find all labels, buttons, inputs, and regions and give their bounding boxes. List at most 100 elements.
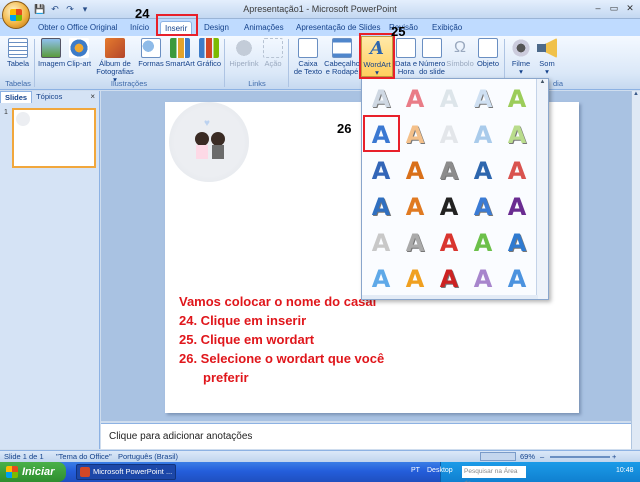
tab-topicos[interactable]: Tópicos bbox=[32, 91, 66, 103]
wordart-style-option[interactable]: A bbox=[500, 225, 534, 261]
instruction-line: 25. Clique em wordart bbox=[179, 332, 315, 347]
wordart-style-option[interactable]: A bbox=[364, 189, 398, 225]
wordart-style-option[interactable]: A bbox=[398, 117, 432, 153]
wordart-style-option[interactable]: A bbox=[398, 81, 432, 117]
cabecalho-rodape-button[interactable]: Cabeçalho e Rodapé bbox=[324, 36, 360, 76]
wordart-style-option[interactable]: A bbox=[432, 225, 466, 261]
wordart-style-option[interactable]: A bbox=[432, 153, 466, 189]
wordart-style-option[interactable]: A bbox=[500, 261, 534, 297]
wordart-style-option[interactable]: A bbox=[432, 117, 466, 153]
group-separator bbox=[288, 39, 289, 87]
notes-pane[interactable]: Clique para adicionar anotações bbox=[101, 423, 631, 449]
scroll-up-icon[interactable]: ▲ bbox=[632, 91, 640, 97]
wordart-grid: AAAAAAAAAAAAAAAAAAAAAAAAAAAAAA bbox=[364, 81, 536, 297]
wordart-style-option[interactable]: A bbox=[398, 189, 432, 225]
filme-button[interactable]: Filme ▾ bbox=[508, 36, 534, 76]
tab-slides[interactable]: Slides bbox=[0, 91, 33, 103]
group-midia-label: dia bbox=[552, 79, 563, 88]
status-language[interactable]: Português (Brasil) bbox=[118, 452, 178, 461]
gallery-scrollbar[interactable]: ▲ bbox=[536, 79, 548, 299]
group-ilustracoes-label: Ilustrações bbox=[110, 79, 148, 88]
tab-animacoes[interactable]: Animações bbox=[240, 21, 288, 36]
maximize-button[interactable]: ▭ bbox=[607, 2, 621, 15]
couple-bride-body bbox=[196, 145, 208, 159]
start-button[interactable]: Iniciar bbox=[0, 462, 66, 482]
tab-design[interactable]: Design bbox=[200, 21, 233, 36]
highlight-inserir bbox=[156, 14, 198, 36]
couple-illustration bbox=[193, 132, 229, 162]
highlight-wordart-choice bbox=[363, 115, 400, 152]
view-buttons[interactable] bbox=[480, 452, 516, 461]
smartart-button[interactable]: SmartArt bbox=[165, 36, 195, 68]
wordart-style-option[interactable]: A bbox=[500, 189, 534, 225]
clipart-button[interactable]: Clip-art bbox=[66, 36, 92, 68]
objeto-button[interactable]: Objeto bbox=[474, 36, 502, 68]
wordart-style-option[interactable]: A bbox=[432, 189, 466, 225]
zoom-slider[interactable] bbox=[550, 456, 610, 458]
instruction-line: preferir bbox=[203, 370, 249, 385]
wordart-style-option[interactable]: A bbox=[500, 117, 534, 153]
status-bar: Slide 1 de 1 "Tema do Office" Português … bbox=[0, 450, 640, 462]
simbolo-button[interactable]: Ω Símbolo bbox=[446, 36, 474, 68]
clock[interactable]: 10:48 bbox=[616, 467, 634, 474]
tabela-button[interactable]: Tabela bbox=[4, 36, 32, 68]
numero-slide-button[interactable]: Número do slide bbox=[418, 36, 446, 76]
gallery-resize-grip[interactable] bbox=[362, 295, 538, 299]
wordart-style-option[interactable]: A bbox=[500, 81, 534, 117]
instruction-line: 24. Clique em inserir bbox=[179, 313, 307, 328]
taskbar-item-powerpoint[interactable]: Microsoft PowerPoint ... bbox=[76, 464, 176, 480]
vertical-scrollbar[interactable]: ▲ bbox=[631, 91, 640, 449]
wordart-style-option[interactable]: A bbox=[466, 261, 500, 297]
wordart-style-option[interactable]: A bbox=[364, 81, 398, 117]
ribbon-tabs: Obter o Office Original Início Inserir D… bbox=[0, 19, 640, 36]
wordart-style-option[interactable]: A bbox=[364, 153, 398, 189]
wordart-style-option[interactable]: A bbox=[364, 225, 398, 261]
acao-button[interactable]: Ação bbox=[262, 36, 284, 68]
tab-inicio[interactable]: Início bbox=[126, 21, 153, 36]
slides-panel-tabs: Slides Tópicos bbox=[0, 91, 99, 103]
notes-placeholder: Clique para adicionar anotações bbox=[109, 431, 253, 442]
group-links-label: Links bbox=[248, 79, 266, 88]
wordart-style-option[interactable]: A bbox=[466, 225, 500, 261]
zoom-out-button[interactable]: – bbox=[540, 452, 544, 461]
grafico-button[interactable]: Gráfico bbox=[196, 36, 222, 68]
wordart-style-option[interactable]: A bbox=[466, 153, 500, 189]
caixa-texto-button[interactable]: Caixa de Texto bbox=[292, 36, 324, 76]
zoom-in-button[interactable]: + bbox=[612, 452, 616, 461]
couple-bride-head bbox=[195, 132, 209, 146]
wordart-style-option[interactable]: A bbox=[398, 153, 432, 189]
wordart-style-option[interactable]: A bbox=[364, 261, 398, 297]
close-button[interactable]: ✕ bbox=[623, 2, 637, 15]
minimize-button[interactable]: – bbox=[591, 2, 605, 15]
window-title: Apresentação1 - Microsoft PowerPoint bbox=[243, 4, 397, 14]
office-button[interactable] bbox=[2, 1, 30, 29]
status-zoom[interactable]: 69% bbox=[520, 452, 535, 461]
som-button[interactable]: Som ▾ bbox=[536, 36, 558, 76]
desktop-toolbar[interactable]: Desktop bbox=[427, 467, 453, 474]
couple-picture[interactable]: ♥ bbox=[169, 102, 249, 182]
wordart-style-option[interactable]: A bbox=[466, 81, 500, 117]
tab-exibicao[interactable]: Exibição bbox=[428, 21, 466, 36]
slide-thumbnail[interactable] bbox=[12, 108, 96, 168]
office-logo-icon bbox=[10, 9, 22, 21]
wordart-style-option[interactable]: A bbox=[466, 117, 500, 153]
wordart-style-option[interactable]: A bbox=[432, 261, 466, 297]
scroll-up-icon[interactable]: ▲ bbox=[537, 79, 548, 85]
album-button[interactable]: Álbum de Fotografias ▾ bbox=[95, 36, 135, 84]
hiperlink-button[interactable]: Hiperlink bbox=[228, 36, 260, 68]
heart-icon: ♥ bbox=[204, 118, 210, 129]
search-input[interactable]: Pesquisar na Área de bbox=[462, 466, 526, 482]
wordart-style-option[interactable]: A bbox=[466, 189, 500, 225]
formas-button[interactable]: Formas bbox=[138, 36, 164, 68]
data-hora-button[interactable]: Data e Hora bbox=[394, 36, 418, 76]
close-icon[interactable]: × bbox=[90, 92, 95, 101]
instructions-text: Vamos colocar o nome do casal 24. Clique… bbox=[179, 292, 384, 387]
tab-obter-office[interactable]: Obter o Office Original bbox=[34, 21, 121, 36]
wordart-style-option[interactable]: A bbox=[432, 81, 466, 117]
language-indicator[interactable]: PT bbox=[411, 467, 420, 474]
imagem-button[interactable]: Imagem bbox=[38, 36, 65, 68]
wordart-style-option[interactable]: A bbox=[500, 153, 534, 189]
sound-icon bbox=[537, 38, 557, 58]
wordart-style-option[interactable]: A bbox=[398, 225, 432, 261]
wordart-style-option[interactable]: A bbox=[398, 261, 432, 297]
